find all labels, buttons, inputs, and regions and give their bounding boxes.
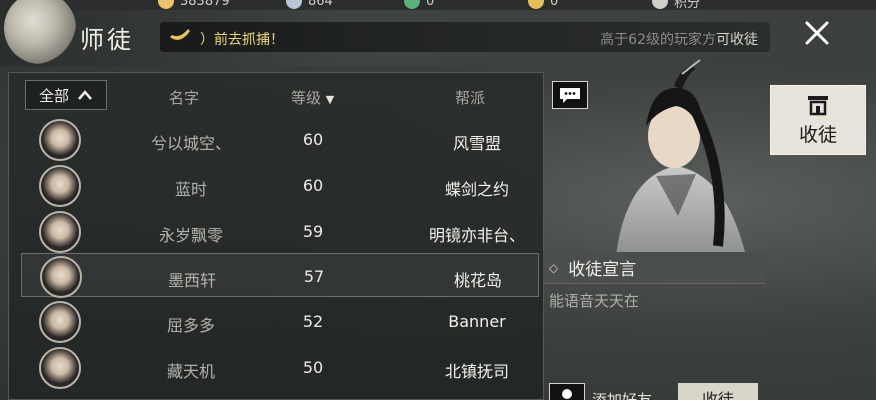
horn-icon bbox=[170, 29, 190, 40]
diamond-bullet-icon: ◇ bbox=[549, 260, 559, 275]
ingot-icon bbox=[528, 0, 544, 9]
avatar bbox=[39, 301, 81, 343]
tab-recruit[interactable]: 收徒 bbox=[770, 85, 866, 155]
disciple-list-panel: 全部 名字 等级 ▼ 帮派 兮以城空、 60 风雪盟 蓝时 60 蝶剑之约 永岁… bbox=[8, 72, 544, 400]
declaration-header: ◇ 收徒宣言 bbox=[543, 252, 765, 284]
resource-ingot: 0 bbox=[528, 0, 558, 10]
list-item[interactable]: 永岁飘零 59 明镜亦非台、 bbox=[21, 209, 539, 253]
avatar bbox=[40, 256, 82, 298]
avatar bbox=[39, 211, 81, 253]
close-icon bbox=[805, 21, 829, 45]
list-item[interactable]: 蓝时 60 蝶剑之约 bbox=[21, 163, 539, 207]
resource-gem: 864 bbox=[286, 0, 333, 10]
recruit-button[interactable]: 收徒 bbox=[678, 383, 758, 400]
recruit-hint: 高于62级的玩家方可收徒 bbox=[600, 32, 758, 48]
resource-points: 积分 bbox=[652, 0, 700, 11]
chat-button[interactable] bbox=[552, 81, 588, 109]
gem-icon bbox=[286, 0, 302, 9]
column-name: 名字 bbox=[169, 89, 200, 107]
column-level-sort[interactable]: 等级 ▼ bbox=[291, 87, 334, 108]
add-friend-label: 添加好友 bbox=[592, 391, 653, 400]
list-item[interactable]: 藏天机 50 北镇抚司 bbox=[21, 345, 539, 389]
diamond-icon bbox=[652, 0, 668, 9]
resource-bar bbox=[0, 0, 876, 10]
list-header: 全部 名字 等级 ▼ 帮派 bbox=[9, 73, 545, 117]
list-item[interactable]: 兮以城空、 60 风雪盟 bbox=[21, 117, 539, 161]
resource-coin: 383879 bbox=[158, 0, 230, 10]
chevron-up-icon bbox=[78, 90, 92, 100]
avatar bbox=[39, 347, 81, 389]
person-icon bbox=[562, 389, 572, 399]
add-friend-button[interactable] bbox=[549, 383, 585, 400]
coin-icon bbox=[158, 0, 174, 9]
character-portrait bbox=[616, 59, 746, 256]
filter-all-button[interactable]: 全部 bbox=[25, 80, 107, 110]
list-item[interactable]: 屈多多 52 Banner bbox=[21, 299, 539, 343]
page-title: 师徒 bbox=[80, 26, 134, 54]
list-item-selected[interactable]: 墨西轩 57 桃花岛 bbox=[21, 253, 539, 298]
column-gang: 帮派 bbox=[455, 89, 486, 107]
avatar bbox=[39, 165, 81, 207]
avatar bbox=[39, 119, 81, 161]
sort-down-icon: ▼ bbox=[325, 93, 335, 106]
token-icon bbox=[404, 0, 420, 9]
notice-text: ）前去抓捕！ bbox=[200, 32, 284, 48]
close-button[interactable] bbox=[786, 8, 848, 58]
declaration-text: 能语音天天在 bbox=[549, 292, 640, 310]
notice-bar: ）前去抓捕！ 高于62级的玩家方可收徒 bbox=[160, 22, 770, 52]
resource-token: 0 bbox=[404, 0, 434, 10]
pavilion-icon bbox=[808, 95, 828, 115]
chat-bubble-icon bbox=[560, 88, 580, 103]
